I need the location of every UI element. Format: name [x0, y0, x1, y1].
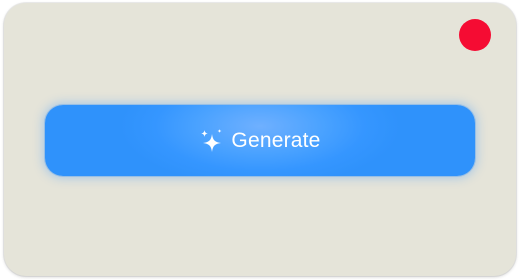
- generate-card: Generate: [4, 3, 516, 276]
- sparkle-icon: [199, 128, 223, 154]
- generate-button[interactable]: Generate: [45, 105, 475, 176]
- record-dot-icon: [459, 19, 491, 51]
- generate-button-label: Generate: [231, 129, 321, 152]
